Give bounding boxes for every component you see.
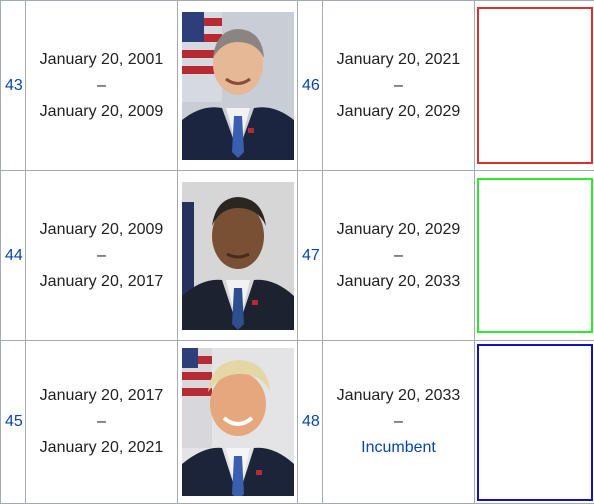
term-end: January 20, 2009	[26, 99, 177, 125]
placeholder-cell	[475, 341, 594, 504]
term-cell: January 20, 2009 – January 20, 2017	[26, 171, 178, 341]
term-cell: January 20, 2029 – January 20, 2033	[323, 171, 475, 341]
successor-number-link[interactable]: 46	[302, 77, 320, 94]
table-row: 43 January 20, 2001 – January 20, 2009	[1, 1, 594, 171]
term-cell: January 20, 2033 – Incumbent	[323, 341, 475, 504]
presidents-table: 43 January 20, 2001 – January 20, 2009	[0, 0, 594, 504]
term-cell: January 20, 2021 – January 20, 2029	[323, 1, 475, 171]
table-row: 45 January 20, 2017 – January 20, 2021	[1, 341, 594, 504]
president-number-link[interactable]: 43	[5, 77, 23, 94]
portrait-photo-icon[interactable]	[182, 348, 294, 496]
term-end: January 20, 2021	[26, 435, 177, 461]
term-separator: –	[323, 73, 474, 99]
term-separator: –	[26, 409, 177, 435]
portrait-photo-icon[interactable]	[182, 12, 294, 160]
term-end: January 20, 2017	[26, 269, 177, 295]
successor-number-link[interactable]: 48	[302, 413, 320, 430]
term-start: January 20, 2029	[323, 217, 474, 243]
blue-placeholder-box	[477, 344, 593, 501]
green-placeholder-box	[477, 178, 593, 333]
term-start: January 20, 2001	[26, 47, 177, 73]
term-separator: –	[26, 243, 177, 269]
incumbent-link[interactable]: Incumbent	[323, 435, 474, 461]
term-start: January 20, 2017	[26, 383, 177, 409]
term-cell: January 20, 2017 – January 20, 2021	[26, 341, 178, 504]
term-cell: January 20, 2001 – January 20, 2009	[26, 1, 178, 171]
successor-number[interactable]: 48	[298, 341, 323, 504]
portrait-cell	[178, 341, 298, 504]
president-number[interactable]: 43	[1, 1, 26, 171]
president-number[interactable]: 44	[1, 171, 26, 341]
red-placeholder-box	[477, 7, 593, 164]
term-separator: –	[323, 409, 474, 435]
term-separator: –	[323, 243, 474, 269]
term-end: January 20, 2029	[323, 99, 474, 125]
term-start: January 20, 2009	[26, 217, 177, 243]
portrait-photo-icon[interactable]	[182, 182, 294, 330]
placeholder-cell	[475, 1, 594, 171]
portrait-cell	[178, 1, 298, 171]
term-start: January 20, 2021	[323, 47, 474, 73]
successor-number-link[interactable]: 47	[302, 247, 320, 264]
president-number-link[interactable]: 45	[5, 413, 23, 430]
portrait-cell	[178, 171, 298, 341]
term-separator: –	[26, 73, 177, 99]
term-start: January 20, 2033	[323, 383, 474, 409]
table-row: 44 January 20, 2009 – January 20, 2017	[1, 171, 594, 341]
presidents-table-wrapper: 43 January 20, 2001 – January 20, 2009	[0, 0, 594, 503]
term-end: January 20, 2033	[323, 269, 474, 295]
placeholder-cell	[475, 171, 594, 341]
president-number-link[interactable]: 44	[5, 247, 23, 264]
president-number[interactable]: 45	[1, 341, 26, 504]
successor-number[interactable]: 46	[298, 1, 323, 171]
successor-number[interactable]: 47	[298, 171, 323, 341]
